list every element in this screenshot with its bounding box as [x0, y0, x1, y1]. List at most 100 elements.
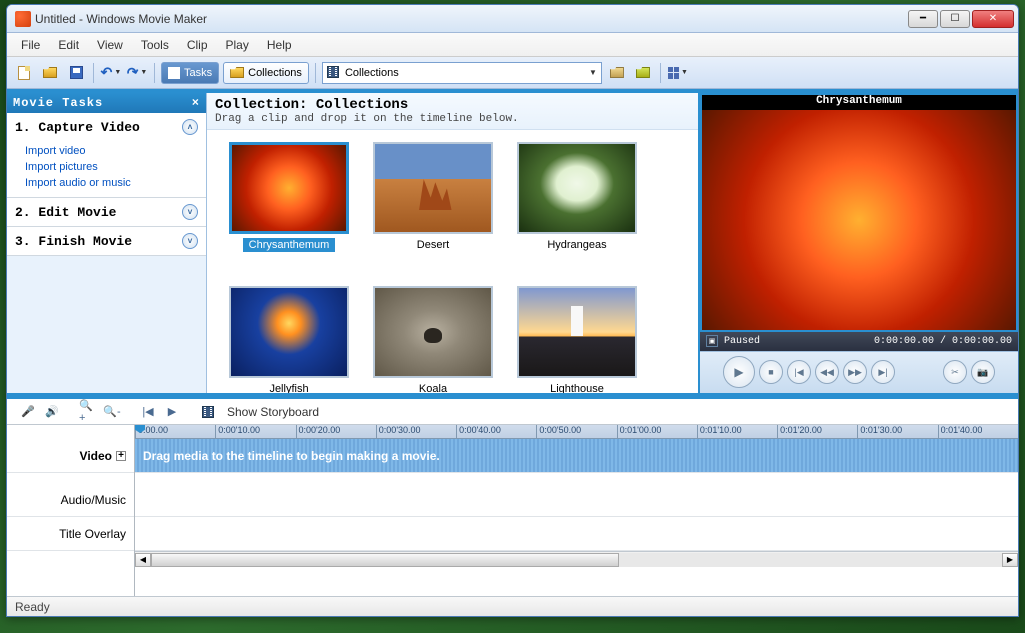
new-button[interactable]: [13, 62, 35, 84]
status-text: Ready: [15, 600, 50, 614]
timeline-grid: Video + Audio/Music Title Overlay 0.00.0…: [7, 425, 1018, 596]
thumb-label: Hydrangeas: [541, 238, 612, 252]
thumb-item[interactable]: Hydrangeas: [507, 142, 647, 282]
preview-monitor: [700, 110, 1018, 332]
collection-area: Collection: Collections Drag a clip and …: [207, 93, 698, 393]
task-section: 3. Finish Moviev: [7, 227, 206, 256]
ruler-mark: 0.00.00: [135, 425, 215, 438]
view-button[interactable]: ▼: [667, 62, 689, 84]
redo-button[interactable]: ↶▼: [126, 62, 148, 84]
zoom-out-button[interactable]: 🔍-: [103, 403, 121, 421]
thumb-item[interactable]: Chrysanthemum: [219, 142, 359, 282]
horizontal-scrollbar[interactable]: ◀ ▶: [135, 551, 1018, 567]
thumb-image: [373, 286, 493, 378]
tasks-toggle[interactable]: Tasks: [161, 62, 219, 84]
storyboard-icon[interactable]: [199, 403, 217, 421]
narrate-button[interactable]: 🎤: [19, 403, 37, 421]
stop-button[interactable]: ■: [759, 360, 783, 384]
rewind-timeline-button[interactable]: |◀: [139, 403, 157, 421]
collection-combo[interactable]: Collections ▼: [322, 62, 602, 84]
up-level-button[interactable]: [606, 62, 628, 84]
collections-toggle[interactable]: Collections: [223, 62, 309, 84]
thumb-item[interactable]: Desert: [363, 142, 503, 282]
separator: [154, 63, 155, 83]
film-icon: [327, 66, 339, 78]
menu-clip[interactable]: Clip: [179, 36, 216, 54]
task-link[interactable]: Import pictures: [25, 159, 200, 175]
scroll-left-button[interactable]: ◀: [135, 553, 151, 567]
menubar: FileEditViewToolsClipPlayHelp: [7, 33, 1018, 57]
menu-edit[interactable]: Edit: [50, 36, 87, 54]
task-heading[interactable]: 3. Finish Moviev: [7, 227, 206, 255]
chevron-icon: ʌ: [182, 119, 198, 135]
preview-image: [702, 110, 1016, 330]
tasks-icon: [168, 67, 180, 79]
open-button[interactable]: [39, 62, 61, 84]
thumb-item[interactable]: Lighthouse: [507, 286, 647, 393]
preview-pane: Chrysanthemum ▣ Paused 0:00:00.00 / 0:00…: [698, 93, 1018, 393]
menu-play[interactable]: Play: [218, 36, 257, 54]
ruler-mark: 0:01'40.00: [938, 425, 1018, 438]
separator: [315, 63, 316, 83]
pause-status-icon: ▣: [706, 335, 718, 347]
task-section: 2. Edit Moviev: [7, 198, 206, 227]
window-title: Untitled - Windows Movie Maker: [35, 12, 908, 26]
play-timeline-button[interactable]: ▶: [163, 403, 181, 421]
snapshot-button[interactable]: 📷: [971, 360, 995, 384]
video-track[interactable]: Drag media to the timeline to begin maki…: [135, 439, 1018, 473]
chevron-icon: v: [182, 204, 198, 220]
thumb-image: [517, 286, 637, 378]
show-storyboard-link[interactable]: Show Storyboard: [227, 405, 319, 419]
prev-button[interactable]: |◀: [787, 360, 811, 384]
rewind-button[interactable]: ◀◀: [815, 360, 839, 384]
audio-track[interactable]: [135, 483, 1018, 517]
ruler-mark: 0:00'40.00: [456, 425, 536, 438]
scroll-right-button[interactable]: ▶: [1002, 553, 1018, 567]
close-button[interactable]: ✕: [972, 10, 1014, 28]
split-button[interactable]: ✂: [943, 360, 967, 384]
playhead[interactable]: [135, 425, 145, 439]
title-overlay-track[interactable]: [135, 517, 1018, 551]
thumb-item[interactable]: Jellyfish: [219, 286, 359, 393]
menu-help[interactable]: Help: [259, 36, 300, 54]
chevron-icon: v: [182, 233, 198, 249]
thumb-label: Jellyfish: [263, 382, 314, 393]
ruler-mark: 0:01'10.00: [697, 425, 777, 438]
app-icon: [15, 11, 31, 27]
thumb-image: [229, 142, 349, 234]
timeline-hint: Drag media to the timeline to begin maki…: [143, 449, 440, 463]
forward-button[interactable]: ▶▶: [843, 360, 867, 384]
menu-file[interactable]: File: [13, 36, 48, 54]
time-ruler[interactable]: 0.00.000:00'10.000:00'20.000:00'30.000:0…: [135, 425, 1018, 439]
thumb-label: Chrysanthemum: [243, 238, 336, 252]
menu-tools[interactable]: Tools: [133, 36, 177, 54]
next-button[interactable]: ▶|: [871, 360, 895, 384]
task-link[interactable]: Import audio or music: [25, 175, 200, 191]
ruler-mark: 0:00'50.00: [536, 425, 616, 438]
thumb-image: [229, 286, 349, 378]
expand-video-track-button[interactable]: +: [116, 451, 126, 461]
task-heading[interactable]: 2. Edit Moviev: [7, 198, 206, 226]
thumb-item[interactable]: Koala: [363, 286, 503, 393]
task-heading[interactable]: 1. Capture Videoʌ: [7, 113, 206, 141]
save-button[interactable]: [65, 62, 87, 84]
play-button[interactable]: ▶: [723, 356, 755, 388]
zoom-in-button[interactable]: 🔍+: [79, 403, 97, 421]
new-folder-button[interactable]: [632, 62, 654, 84]
task-section: 1. Capture Videoʌ Import videoImport pict…: [7, 113, 206, 198]
menu-view[interactable]: View: [89, 36, 131, 54]
ruler-mark: 0:00'20.00: [296, 425, 376, 438]
undo-button[interactable]: ↶▼: [100, 62, 122, 84]
titlebar[interactable]: Untitled - Windows Movie Maker ━ ☐ ✕: [7, 5, 1018, 33]
task-pane-close-icon[interactable]: ×: [192, 96, 200, 110]
preview-title: Chrysanthemum: [700, 93, 1018, 110]
audio-levels-button[interactable]: 🔊: [43, 403, 61, 421]
separator: [93, 63, 94, 83]
task-link[interactable]: Import video: [25, 143, 200, 159]
maximize-button[interactable]: ☐: [940, 10, 970, 28]
scroll-thumb[interactable]: [151, 553, 619, 567]
track-labels: Video + Audio/Music Title Overlay: [7, 425, 135, 596]
timeline-area: 🎤 🔊 🔍+ 🔍- |◀ ▶ Show Storyboard Video + A…: [7, 399, 1018, 596]
minimize-button[interactable]: ━: [908, 10, 938, 28]
video-track-label: Video +: [7, 439, 134, 473]
